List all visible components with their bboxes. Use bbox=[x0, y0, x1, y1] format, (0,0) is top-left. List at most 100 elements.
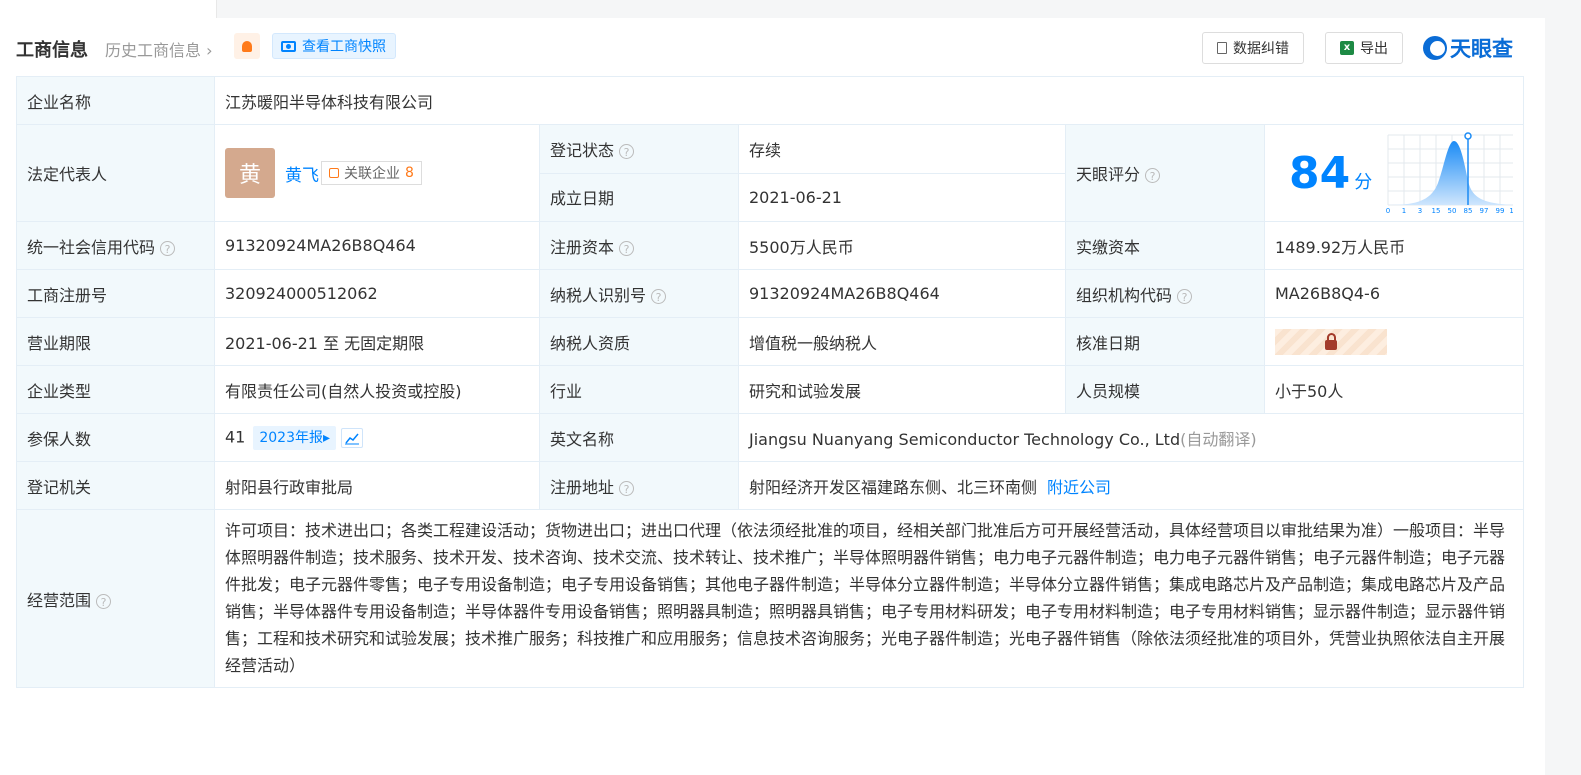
bell-icon[interactable] bbox=[234, 33, 260, 59]
score-axis-tick: 100 bbox=[1510, 207, 1513, 215]
industry-value: 研究和试验发展 bbox=[738, 365, 1066, 414]
taxpayer-qual-value: 增值税一般纳税人 bbox=[738, 317, 1066, 366]
address-cell: 射阳经济开发区福建路东侧、北三环南侧 附近公司 bbox=[737, 461, 1525, 510]
address-label-cell: 注册地址? bbox=[539, 461, 739, 510]
table-row: 法定代表人 黄 黄飞 关联企业 8 登记状态? 存续 天眼评分? 84 分 0 … bbox=[16, 124, 1525, 222]
snapshot-label: 查看工商快照 bbox=[302, 39, 386, 55]
trend-chart-icon[interactable] bbox=[341, 427, 364, 448]
score-axis-tick: 85 bbox=[1464, 207, 1473, 215]
data-correction-button[interactable]: 数据纠错 bbox=[1202, 32, 1304, 64]
related-companies-badge[interactable]: 关联企业 8 bbox=[321, 161, 422, 185]
org-code-value[interactable]: MA26B8Q4-6 bbox=[1263, 269, 1525, 318]
table-row: 统一社会信用代码? 91320924MA26B8Q464 注册资本? 5500万… bbox=[16, 221, 1525, 270]
excel-icon: x bbox=[1340, 41, 1354, 55]
help-icon[interactable]: ? bbox=[619, 143, 635, 159]
english-name-value: Jiangsu Nuanyang Semiconductor Technolog… bbox=[749, 429, 1181, 449]
table-row: 营业期限 2021-06-21 至 无固定期限 纳税人资质 增值税一般纳税人 核… bbox=[16, 317, 1525, 366]
score-axis-tick: 3 bbox=[1418, 207, 1422, 215]
section-header: 工商信息 历史工商信息 › 查看工商快照 数据纠错 x 导出 天眼查 bbox=[16, 32, 1526, 66]
business-info-panel: 工商信息 历史工商信息 › 查看工商快照 数据纠错 x 导出 天眼查 企业名称 江… bbox=[0, 18, 1545, 775]
document-icon bbox=[1217, 42, 1227, 54]
export-button[interactable]: x 导出 bbox=[1325, 32, 1403, 64]
related-label: 关联企业 bbox=[344, 166, 400, 182]
table-row: 企业名称 江苏暖阳半导体科技有限公司 bbox=[16, 76, 1525, 125]
founded-label: 成立日期 bbox=[539, 172, 739, 222]
industry-label: 行业 bbox=[539, 365, 739, 414]
table-row: 工商注册号 320924000512062 纳税人识别号? 91320924MA… bbox=[16, 269, 1525, 318]
credit-code-label: 统一社会信用代码 bbox=[27, 237, 156, 257]
nearby-companies-link[interactable]: 附近公司 bbox=[1047, 478, 1111, 497]
chevron-right-icon: › bbox=[201, 41, 213, 60]
scope-label: 经营范围 bbox=[27, 590, 92, 610]
help-icon[interactable]: ? bbox=[160, 240, 176, 256]
legal-rep-name[interactable]: 黄飞 bbox=[285, 161, 319, 186]
table-row: 参保人数 41 2023年报▸ 英文名称 Jiangsu Nuanyang Sem… bbox=[16, 413, 1525, 462]
score-axis-tick: 15 bbox=[1432, 207, 1441, 215]
address-value: 射阳经济开发区福建路东侧、北三环南侧 bbox=[749, 477, 1038, 497]
table-row: 经营范围? 许可项目：技术进出口；各类工程建设活动；货物进出口；进出口代理（依法… bbox=[16, 509, 1525, 688]
score-unit: 分 bbox=[1354, 172, 1373, 193]
export-label: 导出 bbox=[1360, 41, 1388, 57]
org-code-label: 组织机构代码 bbox=[1076, 285, 1173, 305]
data-correction-label: 数据纠错 bbox=[1233, 41, 1289, 57]
help-icon[interactable]: ? bbox=[651, 288, 667, 304]
approval-date-cell bbox=[1263, 317, 1525, 366]
section-title: 工商信息 bbox=[16, 40, 88, 61]
help-icon[interactable]: ? bbox=[1145, 168, 1161, 183]
paid-capital-value: 1489.92万人民币 bbox=[1263, 221, 1525, 270]
term-label: 营业期限 bbox=[16, 317, 215, 366]
score-axis-tick: 97 bbox=[1480, 207, 1489, 215]
term-value: 2021-06-21 至 无固定期限 bbox=[214, 317, 540, 366]
annual-report-tag[interactable]: 2023年报▸ bbox=[253, 425, 337, 450]
legal-rep-label: 法定代表人 bbox=[16, 124, 215, 222]
type-value: 有限责任公司(自然人投资或控股) bbox=[214, 365, 540, 414]
score-cell[interactable]: 84 分 0 1 3 15 50 85 97 99 100 bbox=[1263, 124, 1525, 222]
auto-translate-note: (自动翻译) bbox=[1180, 429, 1257, 449]
help-icon[interactable]: ? bbox=[619, 240, 635, 256]
credit-code-value[interactable]: 91320924MA26B8Q464 bbox=[214, 221, 540, 270]
company-name-label: 企业名称 bbox=[16, 76, 215, 125]
related-company-icon bbox=[329, 168, 339, 178]
score-distribution-chart: 0 1 3 15 50 85 97 99 100 bbox=[1386, 132, 1514, 215]
business-info-table: 企业名称 江苏暖阳半导体科技有限公司 法定代表人 黄 黄飞 关联企业 8 登记状态… bbox=[16, 76, 1525, 688]
help-icon[interactable]: ? bbox=[1177, 288, 1193, 304]
reg-capital-label: 注册资本 bbox=[550, 237, 615, 257]
table-row: 登记机关 射阳县行政审批局 注册地址? 射阳经济开发区福建路东侧、北三环南侧 附近… bbox=[16, 461, 1525, 510]
reg-capital-value: 5500万人民币 bbox=[738, 221, 1066, 270]
history-info-label: 历史工商信息 bbox=[105, 41, 202, 60]
taxpayer-id-label-cell: 纳税人识别号? bbox=[539, 269, 739, 318]
credit-code-label-cell: 统一社会信用代码? bbox=[16, 221, 215, 270]
history-info-link[interactable]: 历史工商信息 › bbox=[105, 37, 213, 61]
help-icon[interactable]: ? bbox=[96, 593, 112, 609]
english-name-cell: Jiangsu Nuanyang Semiconductor Technolog… bbox=[737, 413, 1525, 462]
org-code-label-cell: 组织机构代码? bbox=[1065, 269, 1265, 318]
reg-no-label: 工商注册号 bbox=[16, 269, 215, 318]
legal-rep-cell: 黄 黄飞 关联企业 8 bbox=[214, 124, 540, 222]
logo-text: 天眼查 bbox=[1450, 37, 1513, 61]
scrollbar-track[interactable] bbox=[1545, 0, 1581, 775]
score-axis-tick: 1 bbox=[1402, 207, 1406, 215]
score-axis-tick: 0 bbox=[1386, 207, 1390, 215]
taxpayer-id-value[interactable]: 91320924MA26B8Q464 bbox=[738, 269, 1066, 318]
score-axis-tick: 99 bbox=[1496, 207, 1505, 215]
lock-icon[interactable] bbox=[1275, 328, 1387, 355]
top-tab-cell bbox=[0, 0, 217, 18]
authority-label: 登记机关 bbox=[16, 461, 215, 510]
score-axis-tick: 50 bbox=[1448, 207, 1457, 215]
taxpayer-id-label: 纳税人识别号 bbox=[550, 285, 647, 305]
business-scope-value: 许可项目：技术进出口；各类工程建设活动；货物进出口；进出口代理（依法须经批准的项… bbox=[213, 509, 1525, 688]
help-icon[interactable]: ? bbox=[619, 480, 635, 496]
top-strip bbox=[0, 0, 1545, 18]
status-label-cell: 登记状态? bbox=[539, 124, 739, 174]
company-name: 江苏暖阳半导体科技有限公司 bbox=[213, 76, 1525, 125]
insured-cell: 41 2023年报▸ bbox=[214, 413, 540, 462]
founded-value: 2021-06-21 bbox=[738, 172, 1066, 222]
reg-capital-label-cell: 注册资本? bbox=[539, 221, 739, 270]
staff-label: 人员规模 bbox=[1065, 365, 1265, 414]
approval-date-label: 核准日期 bbox=[1065, 317, 1265, 366]
score-value: 84 bbox=[1289, 147, 1351, 199]
snapshot-button[interactable]: 查看工商快照 bbox=[272, 33, 396, 59]
avatar[interactable]: 黄 bbox=[225, 148, 275, 198]
score-label-cell: 天眼评分? bbox=[1065, 124, 1265, 222]
reg-no-value[interactable]: 320924000512062 bbox=[214, 269, 540, 318]
